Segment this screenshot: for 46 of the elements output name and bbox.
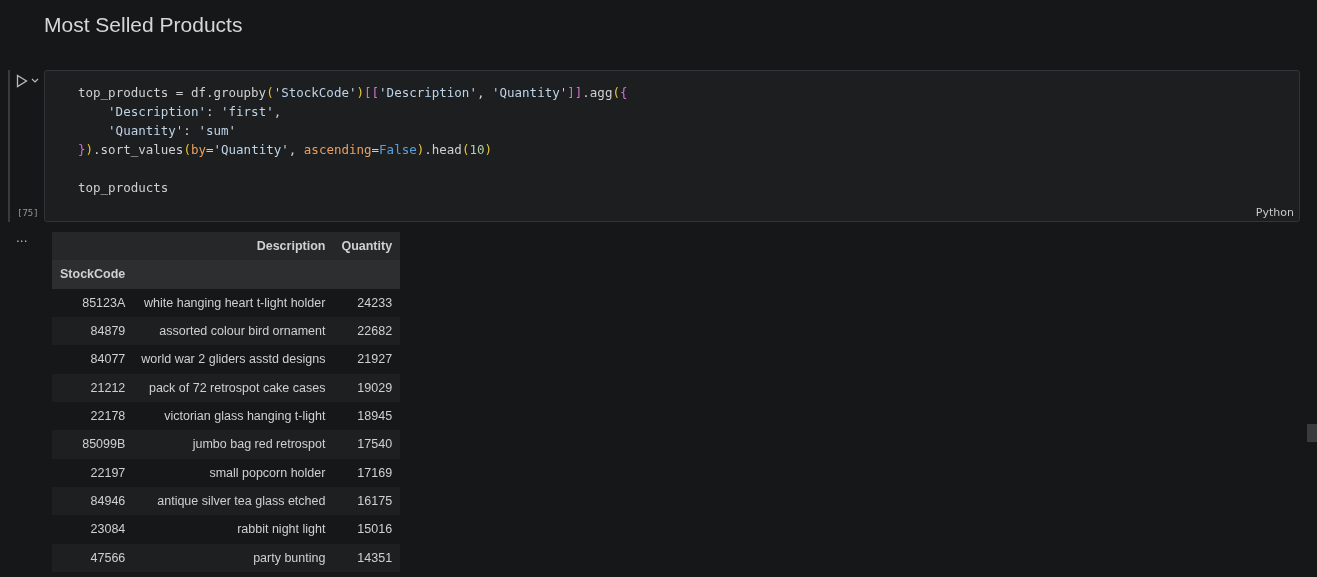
table-cell: 19029 — [333, 373, 401, 402]
column-header: Description — [133, 232, 334, 261]
code-line: }).sort_values(by='Quantity', ascending=False).head(10) — [78, 141, 493, 159]
table-cell: victorian glass hanging t-light — [133, 401, 334, 431]
run-icon[interactable] — [16, 74, 28, 88]
table-cell: 14351 — [333, 543, 401, 572]
execution-count: [75] — [17, 208, 40, 218]
table-cell: small popcorn holder — [133, 458, 334, 487]
markdown-heading: Most Selled Products — [44, 12, 244, 38]
table-cell: pack of 72 retrospot cake cases — [133, 373, 334, 402]
table-cell: 17169 — [333, 458, 401, 487]
column-header: Quantity — [333, 232, 401, 261]
language-label[interactable]: Python — [1255, 206, 1294, 219]
code-cell[interactable]: top_products = df.groupby('StockCode')[['Description', 'Quantity']].agg({ 'Description': 'first', 'Quantity': 'sum' }).sort_values(by='Quantity', ascending=False).head(10) top_products Python — [44, 70, 1300, 222]
table-cell: 22682 — [333, 317, 401, 346]
table-cell: antique silver tea glass etched — [133, 486, 334, 516]
index-cell: 21212 — [52, 373, 134, 402]
chevron-down-icon[interactable] — [31, 78, 39, 84]
code-line: 'Quantity': 'sum' — [107, 122, 237, 140]
table-cell: rabbit night light — [133, 515, 334, 544]
index-header: StockCode — [52, 260, 134, 289]
index-cell: 84077 — [52, 345, 134, 374]
table-cell: white hanging heart t-light holder — [133, 288, 334, 317]
table-cell: world war 2 gliders asstd designs — [133, 345, 334, 374]
table-cell: 16175 — [333, 486, 401, 516]
table-cell: 18945 — [333, 401, 401, 431]
scrollbar-thumb[interactable] — [1307, 424, 1317, 442]
table-cell: 17540 — [333, 430, 401, 459]
table-cell: jumbo bag red retrospot — [133, 430, 334, 459]
code-line: 'Description': 'first', — [107, 103, 282, 121]
code-line: top_products = df.groupby('StockCode')[['Description', 'Quantity']].agg({ — [78, 84, 628, 102]
index-cell: 23084 — [52, 515, 134, 544]
output-menu[interactable]: ... — [16, 232, 44, 244]
index-cell: 22197 — [52, 458, 134, 487]
code-line: top_products — [78, 179, 169, 197]
table-cell: 15016 — [333, 515, 401, 544]
table-cell: party bunting — [133, 543, 334, 572]
index-cell: 84946 — [52, 486, 134, 516]
table-cell: 24233 — [333, 288, 401, 317]
index-cell: 85123A — [52, 288, 134, 317]
table-cell: 21927 — [333, 345, 401, 374]
index-cell: 22178 — [52, 401, 134, 431]
index-cell: 85099B — [52, 430, 134, 459]
index-cell: 84879 — [52, 317, 134, 346]
table-cell: assorted colour bird ornament — [133, 317, 334, 346]
index-cell: 47566 — [52, 543, 134, 572]
